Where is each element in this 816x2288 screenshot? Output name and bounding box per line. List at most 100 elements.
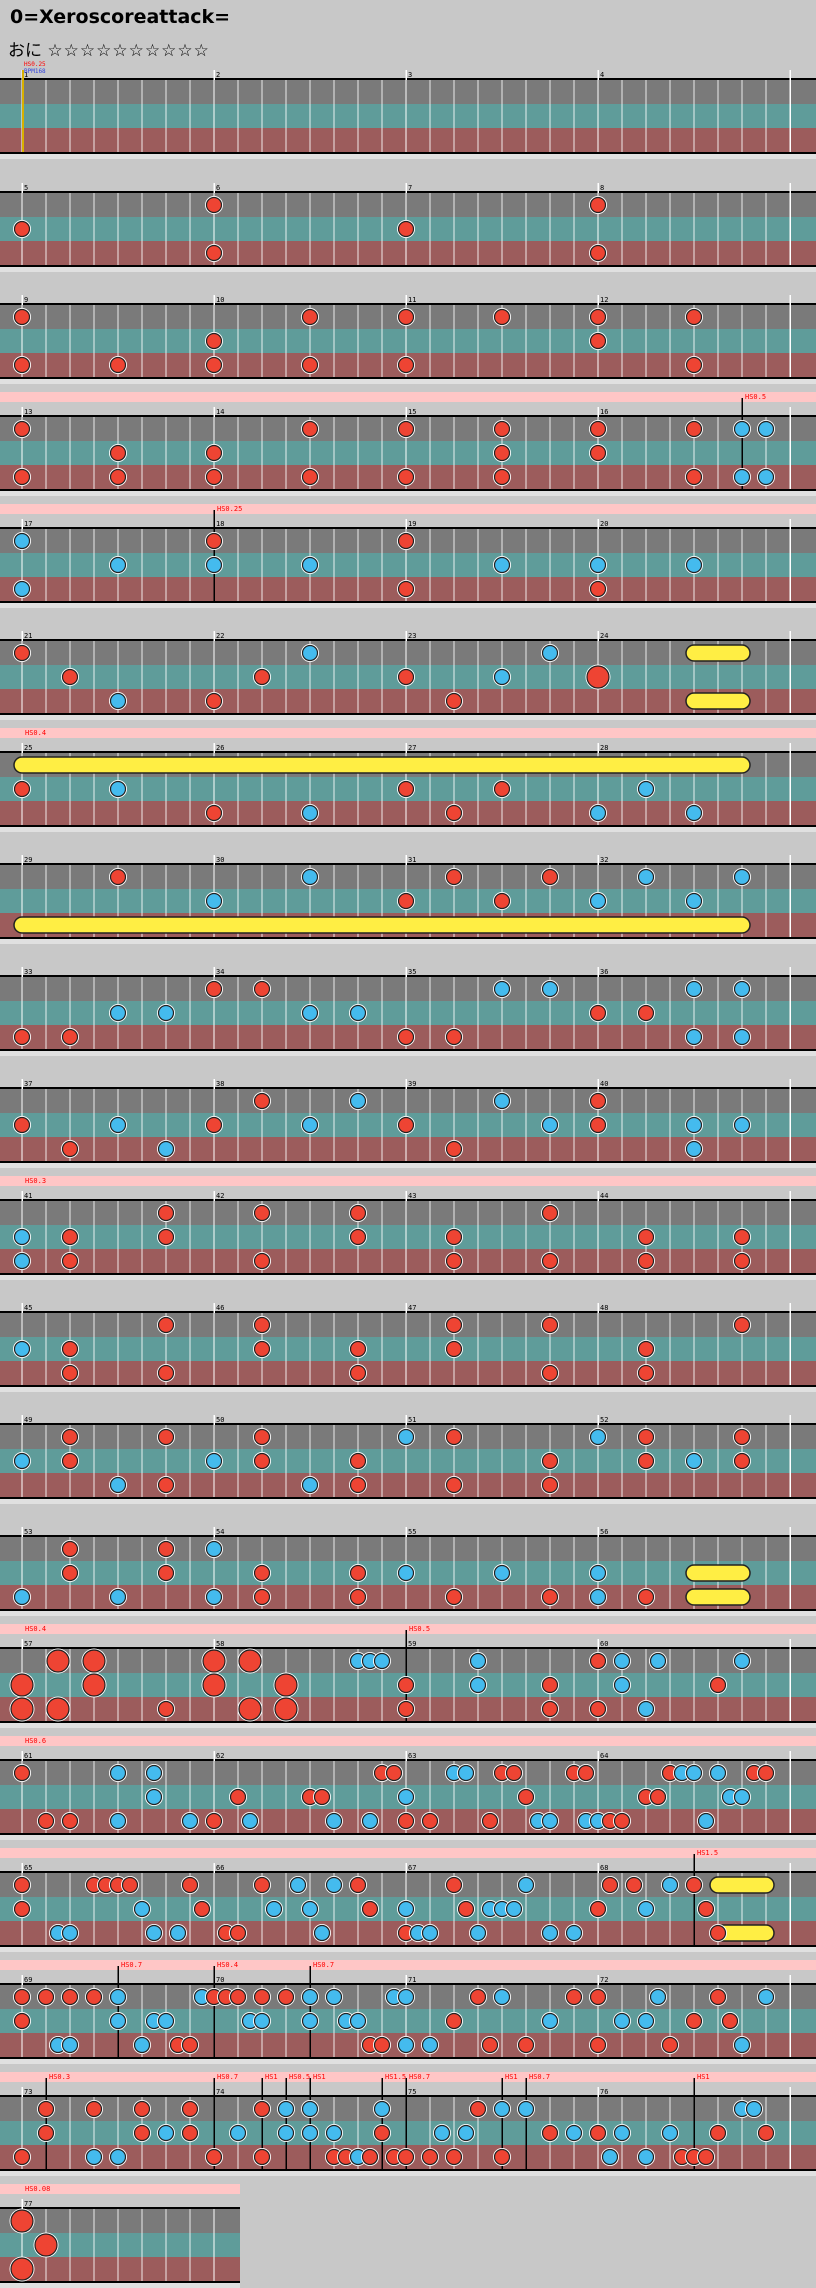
beat-line: [45, 1089, 47, 1161]
don-note-body: [685, 420, 703, 438]
don-note-body: [397, 892, 415, 910]
measure-number: 24: [600, 632, 608, 640]
don-note-body: [589, 332, 607, 350]
beat-line: [669, 1313, 671, 1385]
beat-line: [381, 529, 383, 601]
beat-line: [45, 529, 47, 601]
ka-note-body: [109, 1476, 127, 1494]
don-note-body: [253, 1876, 271, 1894]
ka-note-body: [349, 2012, 367, 2030]
ka-note-body: [109, 1588, 127, 1606]
don-note-body: [301, 420, 319, 438]
don-note-body: [589, 1004, 607, 1022]
don-note-body: [481, 1812, 499, 1830]
ka-note-body: [685, 556, 703, 574]
beat-line: [429, 1201, 431, 1273]
measure-line: [789, 1415, 791, 1497]
beat-line: [477, 305, 479, 377]
beat-line: [573, 1649, 575, 1721]
ka-note-body: [157, 1004, 175, 1022]
ka-note-body: [13, 1588, 31, 1606]
beat-line: [621, 1313, 623, 1385]
beat-line: [309, 1649, 311, 1721]
don-note-body: [253, 1988, 271, 2006]
don-note-body: [733, 1316, 751, 1334]
don-note-body: [541, 1476, 559, 1494]
beat-line: [165, 1761, 167, 1833]
beat-line: [693, 80, 695, 152]
hs-label: HS0.5: [289, 2073, 310, 2081]
ka-note-body: [373, 2100, 391, 2118]
measure-number: 58: [216, 1640, 224, 1648]
don-note-body: [13, 420, 31, 438]
measure-line: [789, 1975, 791, 2057]
don-note-body: [421, 2148, 439, 2166]
don-note-body: [589, 1116, 607, 1134]
beat-line: [573, 1089, 575, 1161]
don-note-body: [253, 1428, 271, 1446]
don-note-body: [13, 1900, 31, 1918]
measure-line: [789, 519, 791, 601]
don-note-body: [253, 980, 271, 998]
beat-line: [189, 1201, 191, 1273]
measure-tick: [597, 1751, 599, 1761]
beat-line: [45, 1201, 47, 1273]
measure-tick: [405, 1975, 407, 1985]
row-bottom-line: [0, 713, 816, 715]
hs-label: HS0.4: [25, 1625, 46, 1633]
beat-line: [573, 193, 575, 265]
measure-number: 9: [24, 296, 28, 304]
hs-label: HS1: [265, 2073, 278, 2081]
don-note-body: [361, 1900, 379, 1918]
beat-line: [141, 529, 143, 601]
measure-tick: [597, 1639, 599, 1649]
beat-line: [261, 1761, 263, 1833]
don-note-body: [205, 1116, 223, 1134]
beat-line: [237, 305, 239, 377]
don-note-body: [589, 2036, 607, 2054]
don-note-body: [565, 1988, 583, 2006]
row-bottom-line: [0, 825, 816, 827]
beat-line: [45, 641, 47, 713]
beat-line: [669, 1425, 671, 1497]
beat-line: [525, 80, 527, 152]
beat-line: [93, 1537, 95, 1609]
hs-band: [0, 1624, 816, 1634]
measure-tick: [213, 1079, 215, 1089]
beat-line: [765, 1537, 767, 1609]
beat-line: [549, 529, 551, 601]
measure-tick: [213, 1863, 215, 1873]
ka-note-body: [469, 1676, 487, 1694]
measure-number: 6: [216, 184, 220, 192]
beat-line: [45, 193, 47, 265]
don-note-body: [205, 196, 223, 214]
don-note-body: [205, 1812, 223, 1830]
don-note-body: [313, 1788, 331, 1806]
row-bottom-pad: [0, 1947, 816, 1952]
row-bottom-pad: [0, 267, 816, 272]
don-note-body: [757, 2124, 775, 2142]
beat-line: [261, 193, 263, 265]
don-note-body: [61, 1228, 79, 1246]
row-bottom-line: [0, 1273, 816, 1275]
measure-tick: [213, 631, 215, 641]
row-bottom-pad: [0, 1835, 816, 1840]
beat-line: [573, 1313, 575, 1385]
beat-line: [645, 193, 647, 265]
ka-note-body: [61, 1924, 79, 1942]
don-note-body: [61, 1540, 79, 1558]
row-bottom-line: [0, 1049, 816, 1051]
ka-note-body: [301, 1004, 319, 1022]
don-note-body: [61, 1564, 79, 1582]
don-note-body: [373, 2036, 391, 2054]
beat-line: [141, 1201, 143, 1273]
measure-tick: [21, 1639, 23, 1649]
drumroll: [13, 916, 751, 934]
ka-note-body: [541, 1812, 559, 1830]
beat-line: [189, 1649, 191, 1721]
measure-tick: [21, 1415, 23, 1425]
measure-tick: [405, 407, 407, 417]
measure-number: 10: [216, 296, 224, 304]
ka-note-body: [541, 980, 559, 998]
measure-tick: [21, 1079, 23, 1089]
